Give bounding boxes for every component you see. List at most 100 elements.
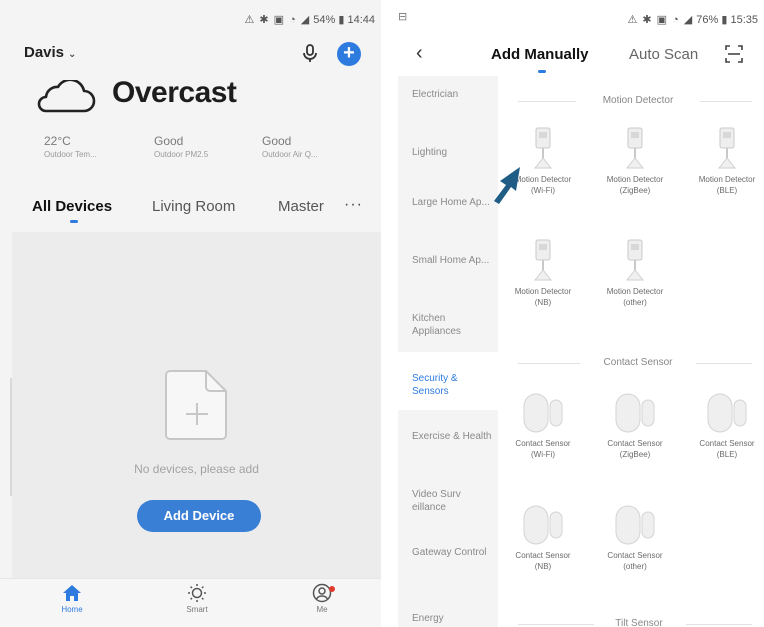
device-label: Motion Detector (ZigBee): [606, 175, 664, 195]
tab-master[interactable]: Master: [278, 198, 324, 215]
device-contact-nb[interactable]: Contact Sensor (NB): [508, 504, 578, 572]
nav-label: Me: [316, 605, 328, 614]
motion-detector-icon: [625, 127, 645, 169]
room-tabs: All Devices Living Room Master ···: [32, 196, 363, 228]
home-header: Davis ⌄ +: [24, 40, 361, 70]
notification-dot: [329, 586, 335, 592]
device-label: Contact Sensor (other): [607, 551, 663, 571]
category-kitchen-appliances[interactable]: Kitchen Appliances: [412, 312, 492, 338]
metric-value: 22°C: [44, 134, 71, 148]
tab-all-devices[interactable]: All Devices: [32, 198, 112, 215]
metric-label: Outdoor Air Q...: [262, 150, 318, 159]
microphone-icon[interactable]: [299, 42, 321, 64]
add-device-header: ‹ Add Manually Auto Scan: [388, 40, 764, 74]
device-label: Contact Sensor (ZigBee): [607, 439, 663, 459]
section-divider: [686, 624, 752, 625]
status-text: 76% ▮ 15:35: [696, 13, 758, 26]
section-divider: [700, 101, 752, 102]
device-label: Motion Detector (other): [606, 287, 664, 307]
category-lighting[interactable]: Lighting: [412, 146, 492, 159]
section-divider: [518, 624, 594, 625]
section-divider: [696, 363, 752, 364]
tab-auto-scan[interactable]: Auto Scan: [629, 46, 698, 63]
weather-panel: Overcast: [34, 76, 364, 116]
device-label: Contact Sensor (NB): [515, 551, 571, 571]
scan-icon[interactable]: [724, 44, 744, 64]
empty-file-icon: [165, 370, 227, 440]
back-arrow-icon[interactable]: ‹: [416, 42, 423, 65]
section-title-contact: Contact Sensor: [603, 357, 673, 368]
motion-detector-icon: [533, 127, 553, 169]
metric-label: Outdoor PM2.5: [154, 150, 209, 159]
device-contact-wifi[interactable]: Contact Sensor (Wi-Fi): [508, 392, 578, 460]
motion-detector-icon: [717, 127, 737, 169]
home-icon: [63, 585, 81, 601]
home-name: Davis: [24, 44, 65, 61]
category-small-home-appliances[interactable]: Small Home Ap...: [412, 254, 492, 267]
device-motion-other[interactable]: Motion Detector (other): [600, 238, 670, 308]
contact-sensor-icon: [523, 393, 563, 433]
metric-label: Outdoor Tem...: [44, 150, 97, 159]
contact-sensor-icon: [615, 505, 655, 545]
category-video-surveillance[interactable]: Video Surv eillance: [412, 488, 492, 514]
device-label: Contact Sensor (BLE): [699, 439, 755, 459]
device-contact-ble[interactable]: Contact Sensor (BLE): [692, 392, 762, 460]
metric-value: Good: [262, 134, 292, 148]
home-screen: ⚠ ✱ ▣ ◔ ◢ 54% ▮ 14:44 Davis ⌄ + Overcast …: [0, 0, 381, 627]
status-icons: ⚠ ✱ ▣ ◔ ◢: [244, 13, 311, 26]
active-tab-indicator: [538, 70, 546, 73]
nav-label: Home: [61, 605, 83, 614]
status-text: 54% ▮ 14:44: [313, 13, 375, 26]
metric-temperature: 22°C Outdoor Tem...: [44, 134, 97, 159]
category-security-sensors[interactable]: Security & Sensors: [412, 372, 492, 398]
category-large-home-appliances[interactable]: Large Home Ap...: [412, 196, 492, 209]
metric-value: Good: [154, 134, 184, 148]
weather-condition: Overcast: [112, 76, 237, 109]
pointer-arrow-icon: [494, 167, 520, 204]
home-selector[interactable]: Davis ⌄: [24, 44, 76, 61]
section-title-motion: Motion Detector: [602, 95, 674, 106]
cloud-icon: [37, 80, 96, 113]
nav-smart[interactable]: Smart: [167, 583, 227, 614]
category-exercise-health[interactable]: Exercise & Health: [412, 430, 492, 443]
motion-detector-icon: [625, 239, 645, 281]
status-bar: ⚠ ✱ ▣ ◔ ◢ 76% ▮ 15:35: [627, 10, 758, 28]
add-device-button[interactable]: Add Device: [137, 500, 261, 532]
more-tabs-button[interactable]: ···: [344, 196, 363, 214]
active-tab-indicator: [70, 220, 78, 223]
category-sidebar: Electrician Lighting Large Home Ap... Sm…: [398, 76, 498, 627]
bottom-nav: Home Smart Me: [0, 578, 381, 627]
nav-home[interactable]: Home: [42, 583, 102, 614]
category-electrician[interactable]: Electrician: [412, 88, 492, 101]
status-icons: ⚠ ✱ ▣ ◔ ◢: [627, 13, 694, 26]
contact-sensor-icon: [523, 505, 563, 545]
status-bar: ⚠ ✱ ▣ ◔ ◢ 54% ▮ 14:44: [244, 10, 375, 28]
device-label: Motion Detector (BLE): [698, 175, 756, 195]
metric-pm25: Good Outdoor PM2.5: [154, 134, 208, 159]
add-plus-button[interactable]: +: [337, 42, 361, 66]
edge-handle: [10, 378, 12, 496]
tab-add-manually[interactable]: Add Manually: [491, 46, 589, 63]
add-device-screen: ⊟ ⚠ ✱ ▣ ◔ ◢ 76% ▮ 15:35 ‹ Add Manually A…: [388, 0, 764, 627]
chevron-down-icon: ⌄: [68, 49, 77, 60]
category-energy[interactable]: Energy: [412, 612, 492, 625]
section-divider: [518, 363, 580, 364]
device-motion-zigbee[interactable]: Motion Detector (ZigBee): [600, 126, 670, 196]
contact-sensor-icon: [615, 393, 655, 433]
motion-detector-icon: [533, 239, 553, 281]
contact-sensor-icon: [707, 393, 747, 433]
status-notification-icon: ⊟: [398, 11, 408, 23]
nav-me[interactable]: Me: [292, 583, 352, 614]
device-contact-zigbee[interactable]: Contact Sensor (ZigBee): [600, 392, 670, 460]
device-motion-ble[interactable]: Motion Detector (BLE): [692, 126, 762, 196]
sun-icon: [188, 584, 206, 602]
device-motion-nb[interactable]: Motion Detector (NB): [508, 238, 578, 308]
device-label: Contact Sensor (Wi-Fi): [515, 439, 571, 459]
tab-living-room[interactable]: Living Room: [152, 198, 235, 215]
device-contact-other[interactable]: Contact Sensor (other): [600, 504, 670, 572]
weather-metrics: 22°C Outdoor Tem... Good Outdoor PM2.5 G…: [44, 134, 364, 164]
category-gateway-control[interactable]: Gateway Control: [412, 546, 492, 559]
metric-air-quality: Good Outdoor Air Q...: [262, 134, 318, 159]
empty-state-text: No devices, please add: [134, 462, 259, 476]
device-label: Motion Detector (NB): [514, 287, 572, 307]
